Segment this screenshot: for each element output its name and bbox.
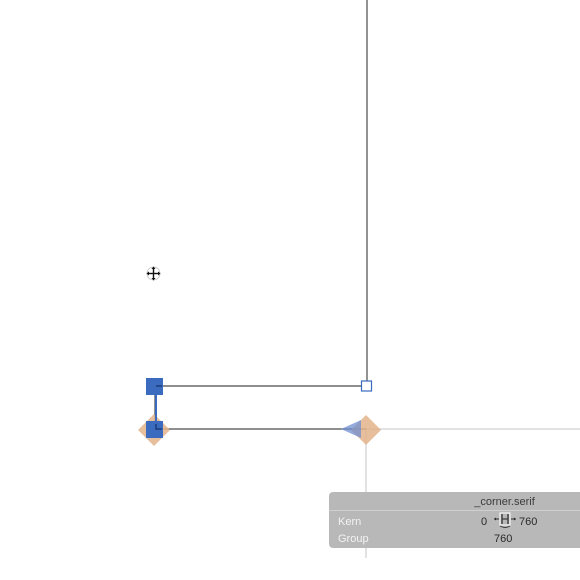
glyph-edit-canvas[interactable]: _corner.serif Kern 0 760 Group 760: [0, 0, 580, 580]
corner-node[interactable]: [360, 380, 373, 392]
kern-right-value[interactable]: 760: [519, 516, 537, 528]
move-cursor-icon: [146, 266, 161, 281]
glyph-name-label: _corner.serif: [474, 496, 535, 508]
kern-left-value[interactable]: 0: [481, 516, 487, 528]
kerning-glyph-icon: [494, 512, 516, 528]
glyph-outline-path[interactable]: [154, 0, 368, 430]
panel-divider: [329, 510, 580, 511]
group-label: Group: [338, 533, 369, 545]
group-value[interactable]: 760: [494, 533, 512, 545]
direction-indicator-icon: [341, 420, 361, 438]
glyph-info-panel: _corner.serif Kern 0 760 Group 760: [329, 492, 580, 548]
kern-label: Kern: [338, 516, 362, 528]
